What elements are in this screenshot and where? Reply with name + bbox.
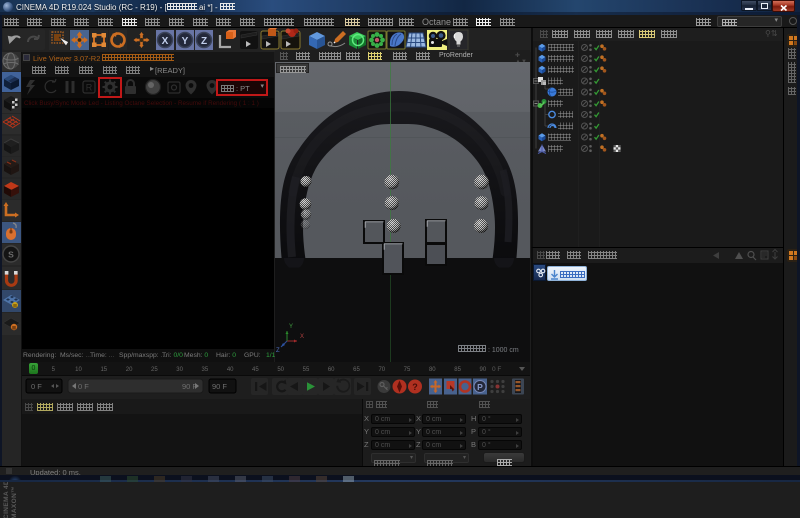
svg-text:70: 70 [378, 367, 385, 373]
svg-text:75: 75 [404, 367, 411, 373]
svg-text:15: 15 [100, 367, 107, 373]
svg-text:45: 45 [252, 367, 259, 373]
svg-text:Y: Y [289, 324, 293, 330]
svg-text:5: 5 [52, 367, 56, 373]
svg-text:30: 30 [176, 367, 183, 373]
svg-text:X: X [162, 36, 169, 47]
svg-text:35: 35 [202, 367, 209, 373]
svg-text:50: 50 [277, 367, 284, 373]
svg-text:55: 55 [303, 367, 310, 373]
svg-text:10: 10 [75, 367, 82, 373]
svg-text:20: 20 [126, 367, 133, 373]
svg-text:25: 25 [151, 367, 158, 373]
svg-text:0 F: 0 F [78, 382, 89, 391]
svg-text:65: 65 [353, 367, 360, 373]
svg-text:S: S [8, 250, 14, 260]
svg-text:P: P [477, 382, 483, 392]
svg-text:?: ? [412, 382, 418, 392]
svg-text:40: 40 [227, 367, 234, 373]
svg-text:85: 85 [454, 367, 461, 373]
svg-text:Z: Z [276, 348, 280, 354]
svg-text:X: X [300, 334, 304, 340]
svg-text:0 F: 0 F [31, 382, 42, 391]
svg-text:Y: Y [182, 36, 189, 47]
svg-text:90: 90 [480, 367, 487, 373]
svg-text:Z: Z [201, 36, 207, 47]
svg-text:90 F: 90 F [212, 382, 227, 391]
svg-text:R: R [86, 83, 93, 93]
svg-text:60: 60 [328, 367, 335, 373]
svg-text:0 F: 0 F [492, 366, 501, 373]
svg-text:80: 80 [429, 367, 436, 373]
